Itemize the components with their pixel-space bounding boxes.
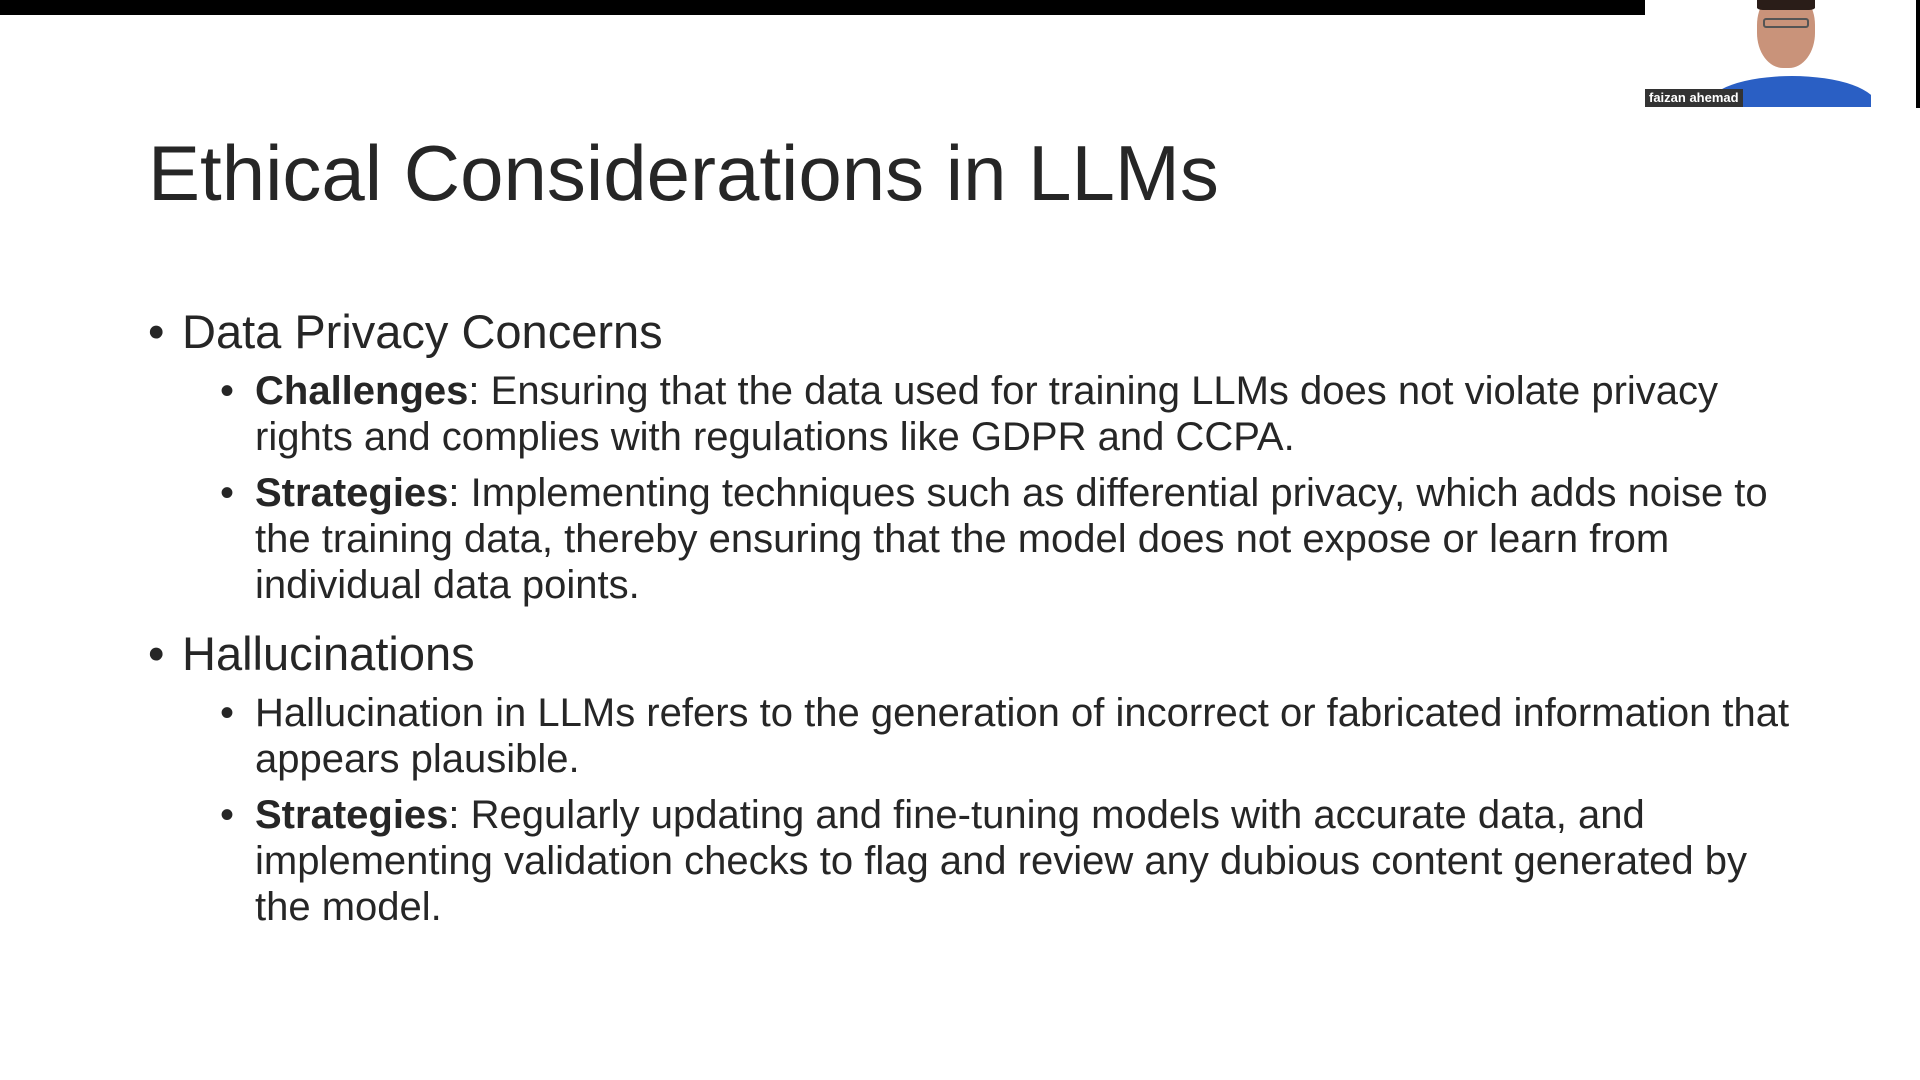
item-text: : Ensuring that the data used for traini… bbox=[255, 369, 1719, 459]
slide-title: Ethical Considerations in LLMs bbox=[148, 129, 1219, 217]
item-text: Hallucination in LLMs refers to the gene… bbox=[255, 691, 1790, 781]
participant-video-tile[interactable]: faizan ahemad bbox=[1645, 0, 1871, 107]
participant-video-glasses bbox=[1763, 18, 1809, 28]
item-label: Strategies bbox=[255, 471, 449, 515]
bullet-icon: • bbox=[148, 305, 165, 358]
bullet-icon: • bbox=[220, 793, 235, 837]
sub-bullet-challenges: • Challenges: Ensuring that the data use… bbox=[220, 368, 1795, 460]
bullet-icon: • bbox=[148, 627, 165, 680]
bullet-icon: • bbox=[220, 471, 235, 515]
right-edge-bar bbox=[1916, 0, 1920, 108]
participant-video-head bbox=[1757, 0, 1815, 68]
item-text: : Implementing techniques such as differ… bbox=[255, 471, 1768, 607]
slide-content: • Data Privacy Concerns • Challenges: En… bbox=[148, 304, 1789, 948]
bullet-data-privacy: • Data Privacy Concerns bbox=[148, 304, 1788, 360]
sub-bullet-strategies: • Strategies: Regularly updating and fin… bbox=[220, 792, 1795, 930]
section-heading: Data Privacy Concerns bbox=[182, 305, 663, 358]
item-label: Challenges bbox=[255, 369, 469, 413]
item-text: : Regularly updating and fine-tuning mod… bbox=[255, 793, 1748, 929]
bullet-icon: • bbox=[220, 369, 235, 413]
sub-bullet-definition: • Hallucination in LLMs refers to the ge… bbox=[220, 690, 1795, 782]
participant-name-label: faizan ahemad bbox=[1645, 89, 1743, 107]
item-label: Strategies bbox=[255, 793, 449, 837]
bullet-hallucinations: • Hallucinations bbox=[148, 626, 1788, 682]
participant-video-hair bbox=[1757, 0, 1815, 10]
sub-bullet-strategies: • Strategies: Implementing techniques su… bbox=[220, 470, 1795, 608]
bullet-icon: • bbox=[220, 691, 235, 735]
top-black-bar bbox=[0, 0, 1645, 15]
section-heading: Hallucinations bbox=[182, 627, 475, 680]
